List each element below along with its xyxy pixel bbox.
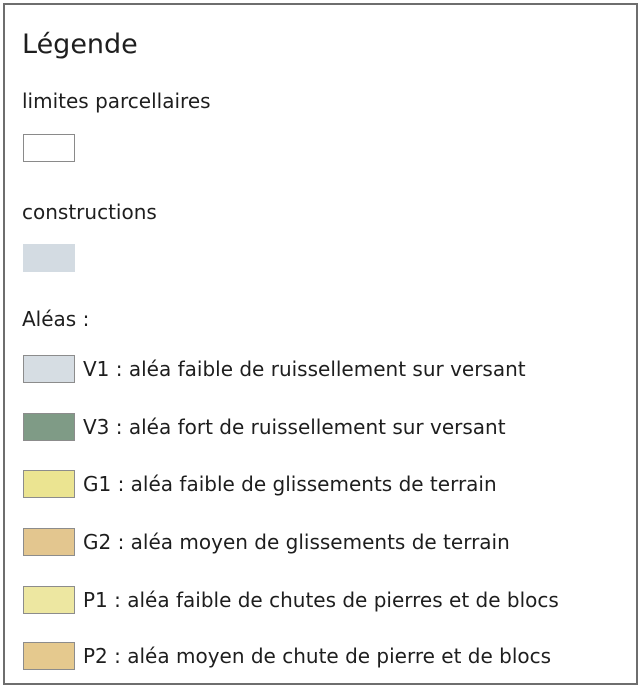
hazard-row-g2: G2 : aléa moyen de glissements de terrai…: [23, 527, 643, 557]
hazard-swatch-g1: [23, 470, 75, 498]
hazard-label-g1: G1 : aléa faible de glissements de terra…: [83, 472, 497, 496]
hazard-label-v1: V1 : aléa faible de ruissellement sur ve…: [83, 357, 526, 381]
hazard-swatch-g2: [23, 528, 75, 556]
hazard-swatch-v1: [23, 355, 75, 383]
hazard-swatch-p1: [23, 586, 75, 614]
hazard-row-v1: V1 : aléa faible de ruissellement sur ve…: [23, 354, 643, 384]
hazard-swatch-p2: [23, 642, 75, 670]
hazard-swatch-v3: [23, 413, 75, 441]
hazard-row-p1: P1 : aléa faible de chutes de pierres et…: [23, 585, 643, 615]
legend-title: Légende: [22, 29, 138, 60]
hazard-label-p1: P1 : aléa faible de chutes de pierres et…: [83, 588, 559, 612]
constructions-label: constructions: [22, 200, 157, 224]
legend-panel: Légende limites parcellaires constructio…: [3, 3, 638, 685]
constructions-swatch: [23, 244, 75, 272]
hazard-label-g2: G2 : aléa moyen de glissements de terrai…: [83, 530, 510, 554]
parcel-limits-swatch: [23, 134, 75, 162]
hazard-row-g1: G1 : aléa faible de glissements de terra…: [23, 469, 643, 499]
hazard-label-p2: P2 : aléa moyen de chute de pierre et de…: [83, 644, 552, 668]
hazard-row-p2: P2 : aléa moyen de chute de pierre et de…: [23, 641, 643, 671]
parcel-limits-label: limites parcellaires: [22, 89, 211, 113]
hazard-row-v3: V3 : aléa fort de ruissellement sur vers…: [23, 412, 643, 442]
hazards-heading: Aléas :: [22, 307, 90, 331]
hazard-label-v3: V3 : aléa fort de ruissellement sur vers…: [83, 415, 506, 439]
